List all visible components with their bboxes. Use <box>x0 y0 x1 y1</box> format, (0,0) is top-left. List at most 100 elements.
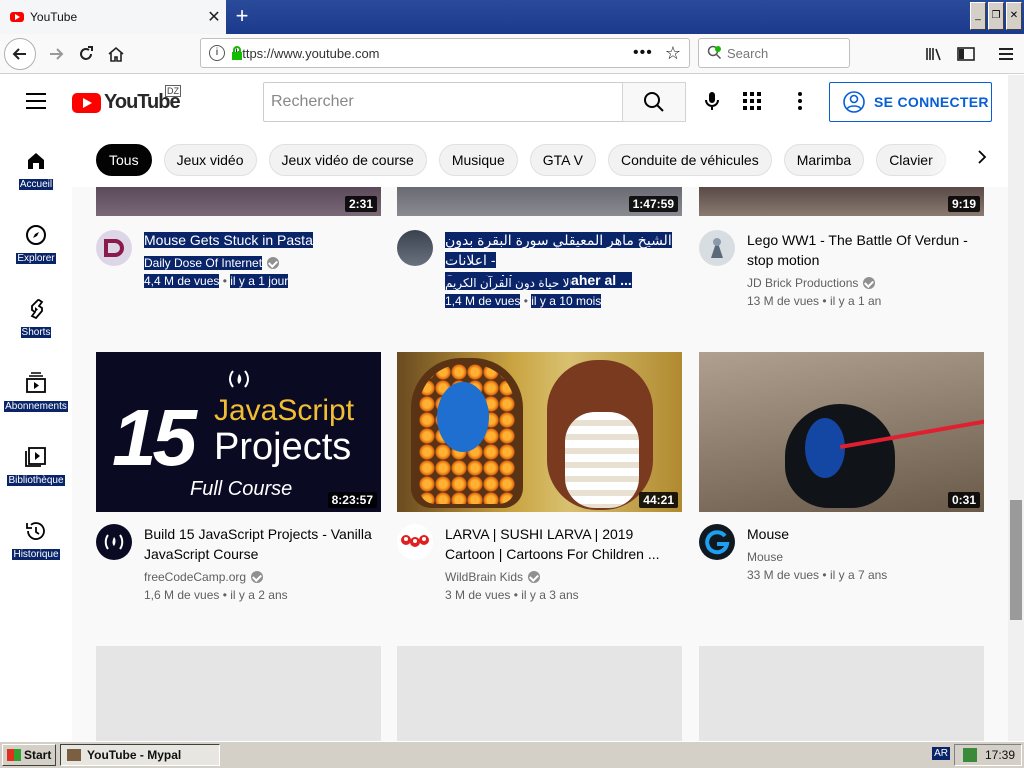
language-indicator[interactable]: AR <box>932 747 950 760</box>
video-thumbnail[interactable]: 1:47:59 <box>397 187 682 216</box>
sidebar-item-label: Abonnements <box>4 401 68 412</box>
account-icon <box>843 91 865 113</box>
microphone-icon[interactable] <box>700 89 724 113</box>
start-button[interactable]: Start <box>2 744 56 766</box>
video-meta: 1,4 M de vues • il y a 10 mois <box>445 294 602 308</box>
video-thumbnail[interactable]: 15 JavaScript Projects Full Course 8:23:… <box>96 352 381 512</box>
sidebar-toggle-icon[interactable] <box>950 38 982 70</box>
reload-icon[interactable] <box>70 38 102 70</box>
bookmark-star-icon[interactable]: ☆ <box>665 43 681 64</box>
chip-racing-games[interactable]: Jeux vidéo de course <box>268 144 427 176</box>
close-window-icon[interactable]: ✕ <box>1006 2 1022 30</box>
chip-music[interactable]: Musique <box>438 144 518 176</box>
video-meta: 3 M de vues • il y a 3 ans <box>445 588 579 602</box>
tab-close-icon[interactable]: ✕ <box>202 7 226 27</box>
channel-avatar[interactable] <box>96 230 132 266</box>
restore-icon[interactable]: ❐ <box>988 2 1004 30</box>
apps-grid-icon[interactable] <box>742 91 764 113</box>
start-label: Start <box>24 748 52 762</box>
video-title[interactable]: Mouse <box>747 524 984 544</box>
channel-avatar[interactable] <box>96 524 132 560</box>
video-thumbnail[interactable]: 9:19 <box>699 187 984 216</box>
video-thumbnail[interactable]: 0:31 <box>699 352 984 512</box>
video-meta: 4,4 M de vues • il y a 1 jour <box>144 274 289 288</box>
duration-badge: 0:31 <box>947 492 980 508</box>
channel-name[interactable]: Mouse <box>747 550 783 564</box>
video-grid: 2:31 1:47:59 9:19 Mouse Gets Stuck in Pa… <box>72 187 1008 741</box>
thumb-number: 15 <box>112 393 197 482</box>
minimize-icon[interactable]: _ <box>970 2 986 30</box>
sidebar-item-explore[interactable]: Explorer <box>0 205 72 279</box>
verified-check-icon <box>528 571 541 583</box>
channel-avatar[interactable] <box>397 230 433 266</box>
browser-search-field[interactable]: Search <box>698 38 850 68</box>
sidebar-item-shorts[interactable]: Shorts <box>0 279 72 353</box>
video-thumbnail[interactable]: 2:31 <box>96 187 381 216</box>
youtube-search-input[interactable]: Rechercher <box>263 82 623 122</box>
search-placeholder: Search <box>727 45 769 61</box>
channel-name[interactable]: JD Brick Productions <box>747 276 876 290</box>
windows-flag-icon <box>7 749 21 761</box>
info-icon[interactable]: i <box>209 45 225 61</box>
browser-tab-youtube[interactable]: YouTube ✕ <box>0 0 226 34</box>
sidebar-item-label: Bibliothèque <box>7 475 65 486</box>
menu-icon[interactable] <box>990 38 1022 70</box>
page-actions-icon[interactable]: ••• <box>633 44 653 62</box>
url-bar[interactable]: i https://www.youtube.com ••• ☆ <box>200 38 690 68</box>
sidebar-item-library[interactable]: Bibliothèque <box>0 427 72 501</box>
youtube-play-icon <box>72 92 101 113</box>
scrollbar-thumb[interactable] <box>1010 500 1022 620</box>
chip-gta-v[interactable]: GTA V <box>529 144 596 176</box>
sidebar-item-subscriptions[interactable]: Abonnements <box>0 353 72 427</box>
youtube-search-button[interactable] <box>622 82 686 122</box>
sign-in-button[interactable]: SE CONNECTER <box>829 82 992 122</box>
taskbar-item-label: YouTube - Mypal <box>87 748 182 762</box>
video-thumbnail[interactable]: 44:21 <box>397 352 682 512</box>
back-arrow-icon[interactable] <box>4 38 36 70</box>
compass-icon <box>26 225 46 245</box>
video-meta: 33 M de vues • il y a 7 ans <box>747 568 888 582</box>
video-title[interactable]: Mouse Gets Stuck in Pasta <box>144 230 381 250</box>
library-icon[interactable] <box>918 38 950 70</box>
tab-title: YouTube <box>30 10 78 24</box>
chevron-right-icon[interactable] <box>976 148 988 169</box>
duration-badge: 8:23:57 <box>327 492 377 508</box>
chip-driving[interactable]: Conduite de véhicules <box>607 144 772 176</box>
taskbar-item-youtube[interactable]: YouTube - Mypal <box>60 744 220 766</box>
forward-arrow-icon[interactable] <box>40 38 72 70</box>
new-tab-icon[interactable]: + <box>230 4 254 28</box>
chip-marimba[interactable]: Marimba <box>783 144 865 176</box>
sidebar-item-label: Accueil <box>18 179 54 190</box>
page-scrollbar[interactable] <box>1008 75 1024 741</box>
channel-avatar[interactable] <box>397 524 433 560</box>
video-card-info: Mouse Mouse 33 M de vues • il y a 7 ans <box>699 524 984 614</box>
sidebar-item-label: Shorts <box>20 327 52 338</box>
channel-name[interactable]: لا حياة دون القرآن الكريم <box>445 276 570 290</box>
more-options-icon[interactable] <box>792 89 808 113</box>
video-meta: 1,6 M de vues • il y a 2 ans <box>144 588 288 602</box>
chip-video-games[interactable]: Jeux vidéo <box>163 144 257 176</box>
sidebar-item-home[interactable]: Accueil <box>0 131 72 205</box>
video-title[interactable]: LARVA | SUSHI LARVA | 2019 Cartoon | Car… <box>445 524 682 564</box>
video-title[interactable]: Lego WW1 - The Battle Of Verdun - stop m… <box>747 230 984 270</box>
youtube-logo[interactable]: YouTube <box>72 91 181 114</box>
video-title[interactable]: Build 15 JavaScript Projects - Vanilla J… <box>144 524 381 564</box>
channel-name[interactable]: Daily Dose Of Internet <box>144 256 280 270</box>
channel-name[interactable]: WildBrain Kids <box>445 570 541 584</box>
hamburger-menu-icon[interactable] <box>26 93 46 109</box>
magnifier-icon <box>644 92 664 112</box>
shorts-icon <box>30 299 44 320</box>
channel-name[interactable]: freeCodeCamp.org <box>144 570 264 584</box>
video-card-info: Mouse Gets Stuck in Pasta Daily Dose Of … <box>96 230 381 300</box>
channel-avatar[interactable] <box>699 230 735 266</box>
history-icon <box>26 522 45 540</box>
home-icon <box>28 153 44 169</box>
channel-avatar[interactable] <box>699 524 735 560</box>
sidebar-item-history[interactable]: Historique <box>0 501 72 575</box>
search-icon <box>707 45 723 64</box>
network-icon[interactable] <box>962 748 977 762</box>
chip-all[interactable]: Tous <box>96 144 152 176</box>
video-card-info: Build 15 JavaScript Projects - Vanilla J… <box>96 524 381 614</box>
home-icon[interactable] <box>100 38 132 70</box>
window-controls: _ ❐ ✕ <box>970 2 1022 30</box>
